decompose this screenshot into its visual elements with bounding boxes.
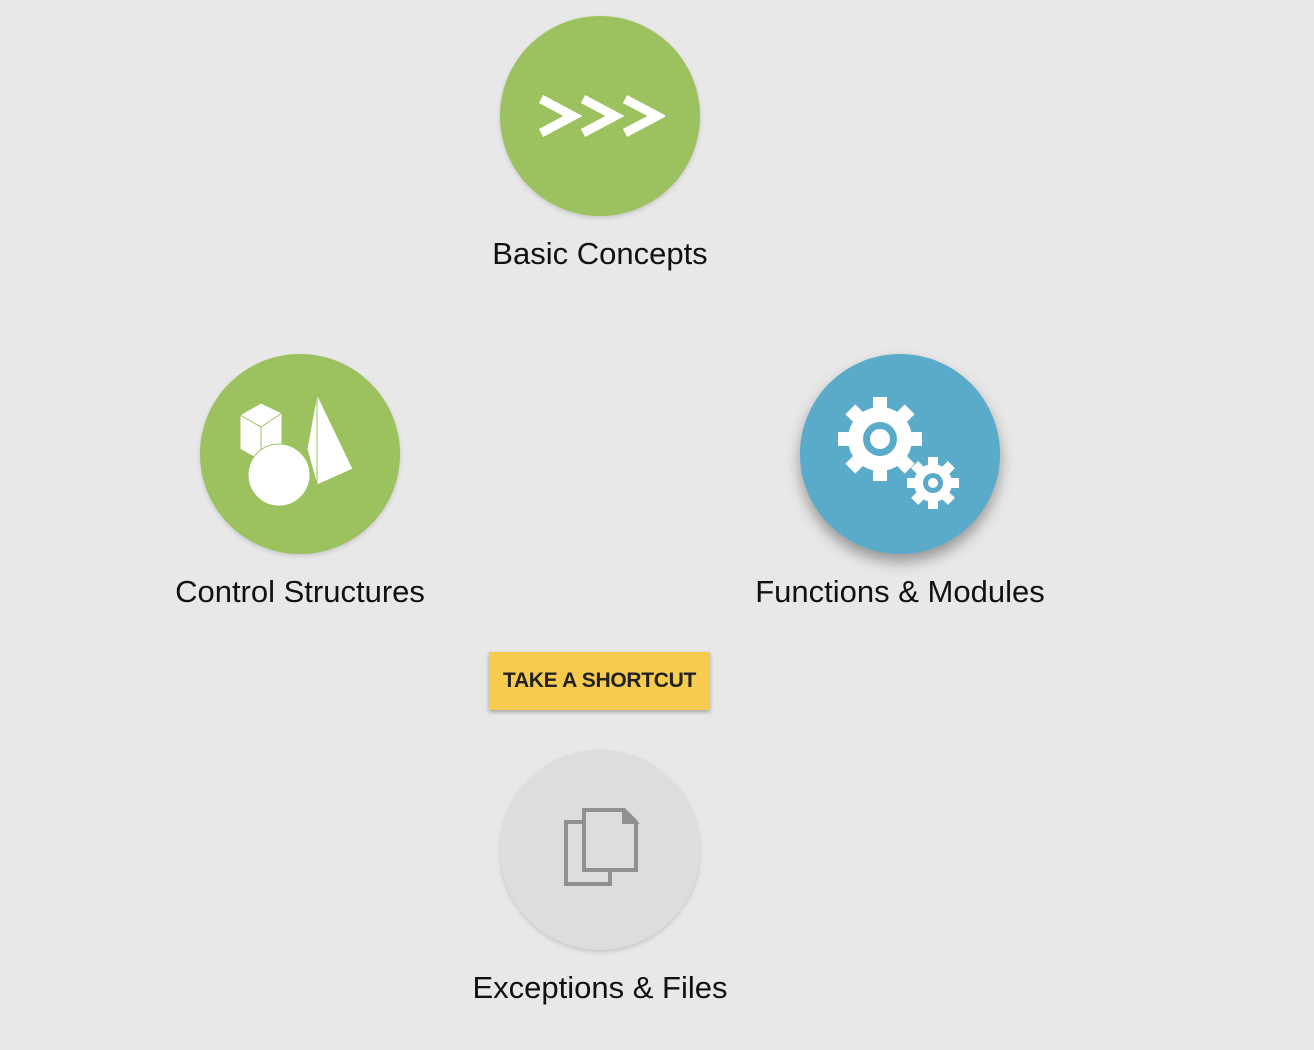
functions-modules-button[interactable]: [800, 354, 1000, 554]
node-label: Functions & Modules: [755, 574, 1045, 609]
exceptions-files-button[interactable]: [500, 750, 700, 950]
files-icon: [564, 808, 640, 886]
node-exceptions-files[interactable]: Exceptions & Files: [400, 750, 800, 1006]
node-label: Control Structures: [175, 574, 425, 609]
node-label: Exceptions & Files: [472, 970, 728, 1005]
node-basic-concepts[interactable]: Basic Concepts: [400, 16, 800, 272]
basic-concepts-button[interactable]: [500, 16, 700, 216]
take-shortcut-button[interactable]: TAKE A SHORTCUT: [489, 652, 710, 710]
node-control-structures[interactable]: Control Structures: [100, 354, 500, 610]
shapes-icon: [239, 392, 354, 507]
node-label: Basic Concepts: [492, 236, 708, 271]
control-structures-button[interactable]: [200, 354, 400, 554]
chevrons-icon: [538, 95, 665, 137]
node-functions-modules[interactable]: Functions & Modules: [700, 354, 1100, 610]
gears-icon: [838, 397, 959, 509]
